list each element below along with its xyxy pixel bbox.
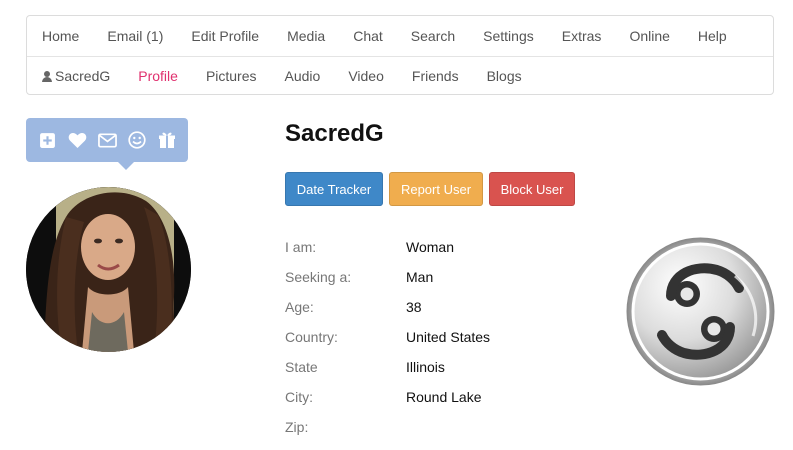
detail-label: Zip:: [285, 419, 309, 435]
detail-row-gender: I am: Woman: [285, 232, 490, 262]
detail-value: United States: [406, 329, 491, 345]
profile-details: I am: Woman Seeking a: Man Age: 38 Count…: [285, 232, 490, 442]
profile-username: SacredG: [285, 120, 384, 147]
date-tracker-button[interactable]: Date Tracker: [285, 172, 383, 206]
secondary-nav: SacredG Profile Pictures Audio Video Fri…: [27, 56, 773, 96]
plus-square-icon[interactable]: [37, 130, 57, 150]
gift-icon[interactable]: [157, 130, 177, 150]
profile-photo[interactable]: [26, 187, 191, 352]
subnav-friends[interactable]: Friends: [398, 68, 473, 84]
detail-label: City:: [285, 389, 313, 405]
nav-search[interactable]: Search: [397, 28, 469, 44]
subnav-audio[interactable]: Audio: [271, 68, 335, 84]
subnav-blogs[interactable]: Blogs: [473, 68, 536, 84]
detail-row-city: City: Round Lake: [285, 382, 490, 412]
report-user-button[interactable]: Report User: [389, 172, 483, 206]
nav-help[interactable]: Help: [684, 28, 741, 44]
detail-value: Round Lake: [406, 389, 482, 405]
profile-nav: Home Email (1) Edit Profile Media Chat S…: [26, 15, 774, 95]
nav-extras[interactable]: Extras: [548, 28, 616, 44]
subnav-username[interactable]: SacredG: [27, 68, 124, 84]
heart-icon[interactable]: [67, 130, 87, 150]
detail-value: Man: [406, 269, 434, 285]
detail-row-state: State Illinois: [285, 352, 490, 382]
detail-label: I am:: [285, 239, 317, 255]
nav-edit-profile[interactable]: Edit Profile: [177, 28, 273, 44]
profile-action-bar: [26, 118, 188, 170]
detail-value: Illinois: [406, 359, 445, 375]
block-user-button[interactable]: Block User: [489, 172, 575, 206]
user-icon: [42, 71, 52, 82]
envelope-icon[interactable]: [97, 130, 117, 150]
detail-row-country: Country: United States: [285, 322, 490, 352]
subnav-username-label: SacredG: [55, 68, 111, 84]
detail-label: State: [285, 359, 318, 375]
subnav-pictures[interactable]: Pictures: [192, 68, 271, 84]
detail-row-seeking: Seeking a: Man: [285, 262, 490, 292]
detail-label: Seeking a:: [285, 269, 352, 285]
nav-home[interactable]: Home: [27, 28, 93, 44]
detail-value: 38: [406, 299, 422, 315]
subnav-video[interactable]: Video: [334, 68, 398, 84]
nav-settings[interactable]: Settings: [469, 28, 548, 44]
cancer-zodiac-icon: [625, 236, 776, 387]
primary-nav: Home Email (1) Edit Profile Media Chat S…: [27, 16, 773, 57]
nav-online[interactable]: Online: [615, 28, 683, 44]
nav-media[interactable]: Media: [273, 28, 339, 44]
detail-row-age: Age: 38: [285, 292, 490, 322]
detail-label: Age:: [285, 299, 314, 315]
subnav-profile[interactable]: Profile: [124, 68, 192, 84]
nav-email[interactable]: Email (1): [93, 28, 177, 44]
detail-label: Country:: [285, 329, 338, 345]
nav-chat[interactable]: Chat: [339, 28, 397, 44]
detail-value: Woman: [406, 239, 454, 255]
detail-row-zip: Zip:: [285, 412, 490, 442]
smile-icon[interactable]: [127, 130, 147, 150]
